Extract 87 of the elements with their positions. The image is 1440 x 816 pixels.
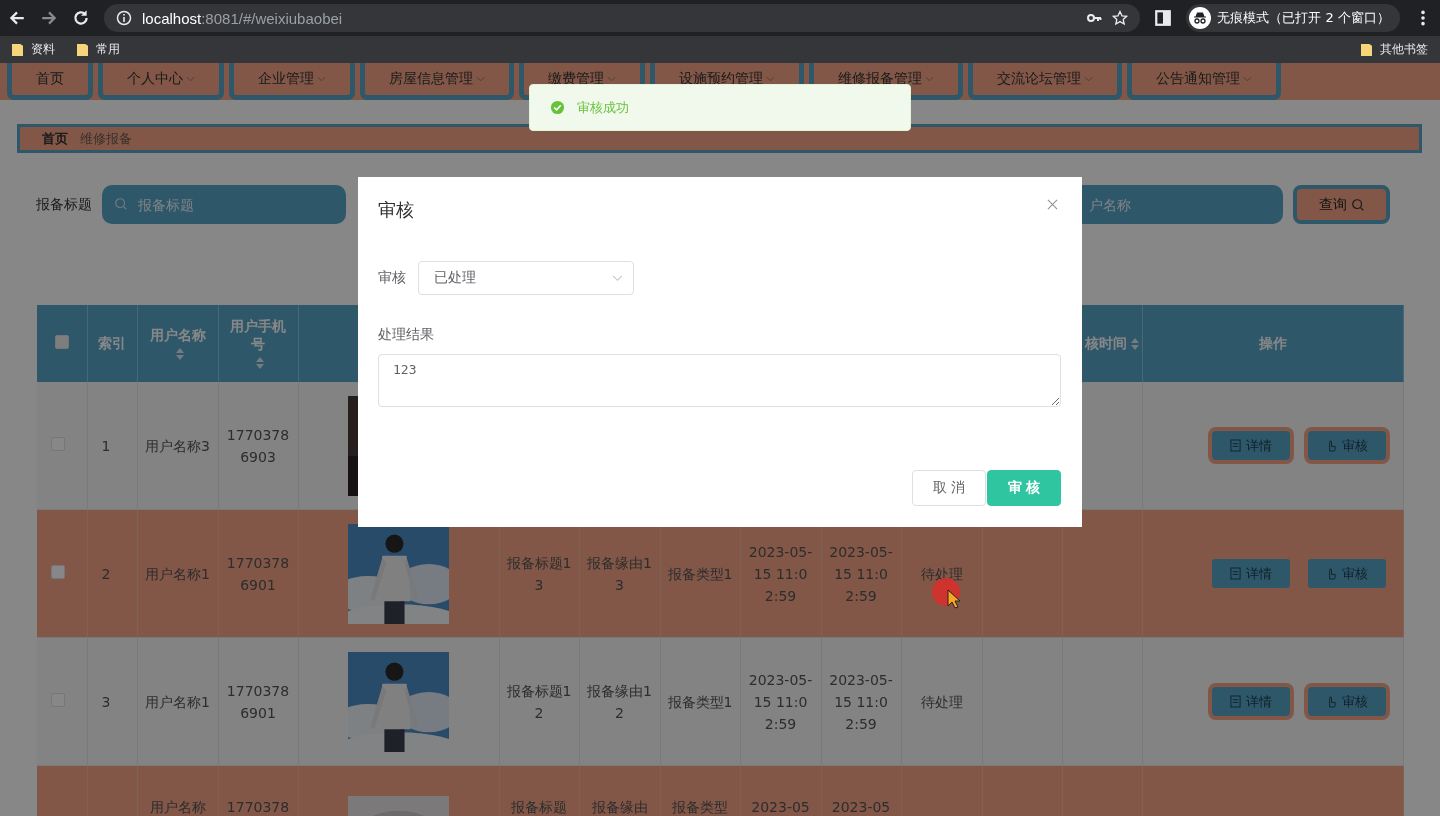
search-label: 报备标题 [36,195,92,214]
search-icon [1350,197,1365,212]
table-cell: 用户名称1 [145,565,210,582]
document-icon [1229,695,1241,708]
incognito-icon [1189,7,1212,29]
action-button[interactable]: 审核 [1307,559,1386,588]
nav-item[interactable]: 首页 [7,63,93,100]
address-bar[interactable]: localhost:8081/#/weixiubaobei [104,4,1141,32]
document-icon [1229,439,1241,452]
table-cell: 报备缘由 [591,799,648,815]
nav-item[interactable]: 公告通知管理 [1127,63,1281,100]
header-label: 用户名称 [149,326,206,345]
checkbox[interactable] [54,335,69,349]
table-cell: 待处理 [920,565,963,582]
folder-icon [1361,43,1372,56]
reload-icon[interactable] [72,9,90,27]
nav-item[interactable]: 个人中心 [98,63,224,100]
incognito-badge[interactable]: 无痕模式（已打开 2 个窗口） [1186,4,1400,32]
action-button[interactable]: 详情 [1211,559,1290,588]
field-label: 处理结果 [378,326,435,344]
folder-icon [77,43,88,56]
table-cell: 报备缘由13 [587,554,652,593]
table-cell: 17703786901 [226,682,290,721]
table-cell: 用户名称3 [145,437,210,454]
star-icon[interactable] [1112,10,1129,26]
table-cell: 2023-05 [751,799,810,815]
table-cell: 2023-05-15 11:02:59 [829,543,893,604]
caret-icon [1084,76,1093,82]
table-cell: 17703786903 [226,426,290,465]
table-cell: 2023-05-15 11:02:59 [829,671,893,732]
sidebar-icon[interactable] [1154,9,1173,27]
nav-item[interactable]: 房屋信息管理 [360,63,514,100]
table-cell: 用户名称1 [145,693,210,710]
table-cell: 1770378 [226,799,290,815]
caret-icon [476,76,485,82]
table-cell: 2023-05-15 11:02:59 [748,671,813,732]
folder-icon [12,43,23,56]
table-cell: 报备标题12 [506,682,572,721]
checkbox[interactable] [51,564,65,579]
dialog-title: 审核 [378,198,414,222]
search-button[interactable]: 查询 [1293,185,1390,224]
table-cell: 报备标题13 [506,554,572,593]
header-label: 核时间 [1085,334,1127,353]
info-icon[interactable] [116,10,132,26]
bookmark[interactable]: 常用 [77,41,120,58]
field-label: 审核 [378,269,407,287]
back-icon[interactable] [8,9,26,27]
caret-icon [1243,76,1252,82]
forward-icon[interactable] [40,9,58,27]
table-cell: 2023-05 [831,799,891,815]
header-label: 操作 [1258,334,1287,353]
check-icon [550,100,565,115]
caret-icon [186,76,195,82]
caret-icon [607,76,616,82]
header-label: 索引 [98,334,126,353]
confirm-button[interactable]: 审 核 [987,470,1061,506]
table-cell: 2023-05-15 11:02:59 [748,543,813,604]
caret-icon [766,76,775,82]
chevron-icon [612,274,623,282]
table-cell: 报备类型 [672,799,728,815]
table-cell: 报备类型1 [667,693,733,710]
caret-icon [317,76,326,82]
header-label: 用户手机号 [229,317,287,354]
table-cell: 报备标题 [511,799,567,815]
table-cell: 报备缘由12 [587,682,652,721]
table-cell: 1 [101,437,111,454]
table-cell: 用户名称 [149,799,206,815]
toast-message: 审核成功 [577,98,629,117]
table-cell: 3 [101,693,111,710]
nav-item[interactable]: 企业管理 [229,63,355,100]
caret-icon [925,76,934,82]
breadcrumb-item: 维修报备 [80,129,132,148]
cancel-button[interactable]: 取 消 [912,470,986,506]
bookmark[interactable]: 其他书签 [1361,41,1428,58]
bookmark[interactable]: 资料 [12,41,55,58]
breadcrumb-item[interactable]: 首页 [42,129,68,148]
table-cell: 2 [101,565,111,582]
url-text: localhost:8081/#/weixiubaobei [142,9,343,27]
search-field[interactable]: 报备标题 [102,185,346,224]
nav-item[interactable]: 交流论坛管理 [968,63,1122,100]
table-cell: 报备类型1 [667,565,733,582]
close-icon[interactable] [1047,198,1058,210]
select-field[interactable]: 已处理 [418,261,634,295]
document-icon [1229,567,1241,580]
table-cell: 17703786901 [226,554,290,593]
result-textarea[interactable]: 123 [378,354,1061,407]
table-cell: 待处理 [920,693,963,710]
